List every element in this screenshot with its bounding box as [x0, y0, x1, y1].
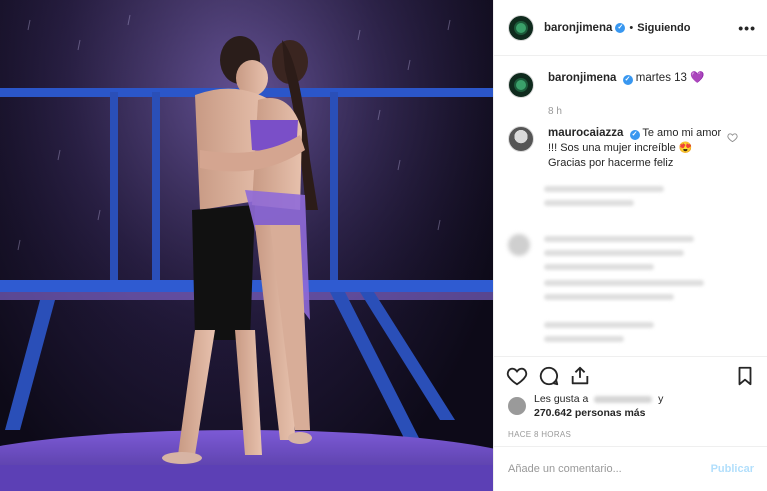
author-username[interactable]: baronjimena: [544, 22, 612, 34]
blurred-line: [544, 250, 684, 256]
post-caption: baronjimena ✓ martes 13 💜: [508, 70, 758, 98]
post-photo[interactable]: [0, 0, 493, 491]
post-header: baronjimena ✓ • Siguiendo •••: [494, 0, 767, 56]
verified-badge-icon: ✓: [622, 75, 633, 85]
comment-username[interactable]: maurocaiazza: [548, 127, 623, 139]
caption-body: baronjimena ✓ martes 13 💜: [548, 70, 704, 98]
comment-item: maurocaiazza ✓ Te amo mi amor !!! Sos un…: [508, 126, 758, 171]
caption-username[interactable]: baronjimena: [548, 72, 616, 84]
blurred-line: [544, 236, 694, 242]
comment-like-heart-icon[interactable]: [727, 132, 738, 143]
caption-time: 8 h: [548, 106, 562, 117]
blurred-line: [544, 264, 654, 270]
blurred-avatar: [508, 234, 530, 256]
blurred-line: [544, 200, 634, 206]
post-actions: [494, 356, 767, 390]
purple-heart-icon: 💜: [690, 72, 705, 84]
likes-summary: Les gusta a y 270.642 personas más: [508, 392, 758, 420]
caption-author-avatar[interactable]: [508, 72, 534, 98]
likes-prefix: Les gusta a: [534, 393, 589, 405]
speech-bubble-icon[interactable]: [538, 365, 560, 387]
commenter-avatar[interactable]: [508, 126, 534, 152]
likes-count[interactable]: 270.642 personas más: [534, 407, 646, 419]
post-side-panel: baronjimena ✓ • Siguiendo ••• baronjimen…: [493, 0, 767, 491]
comment-body: maurocaiazza ✓ Te amo mi amor !!! Sos un…: [548, 126, 733, 171]
following-button[interactable]: Siguiendo: [637, 22, 690, 34]
blurred-line: [544, 322, 654, 328]
verified-badge-icon: ✓: [629, 130, 640, 140]
blurred-liker-name: [594, 395, 653, 403]
likes-text: Les gusta a y 270.642 personas más: [534, 392, 663, 420]
likes-connector: y: [658, 393, 664, 405]
blurred-line: [544, 294, 674, 300]
verified-badge-icon: ✓: [615, 22, 626, 33]
blurred-line: [544, 186, 664, 192]
share-arrow-icon[interactable]: [569, 365, 591, 387]
blurred-comments: [508, 176, 758, 354]
blurred-line: [544, 336, 624, 342]
publish-button[interactable]: Publicar: [711, 463, 754, 475]
instagram-post: baronjimena ✓ • Siguiendo ••• baronjimen…: [0, 0, 767, 491]
caption-text: martes 13: [635, 72, 687, 84]
photo-illustration: [0, 0, 493, 491]
bookmark-icon[interactable]: [734, 365, 756, 387]
header-separator: •: [629, 21, 634, 34]
author-avatar[interactable]: [508, 14, 534, 41]
blurred-line: [544, 280, 704, 286]
post-timestamp: HACE 8 HORAS: [508, 430, 572, 439]
liker-avatar[interactable]: [508, 397, 526, 415]
more-options-icon[interactable]: •••: [738, 20, 756, 36]
comment-input[interactable]: [508, 463, 698, 475]
heart-outline-icon[interactable]: [506, 365, 528, 387]
add-comment-bar: Publicar: [494, 446, 767, 491]
